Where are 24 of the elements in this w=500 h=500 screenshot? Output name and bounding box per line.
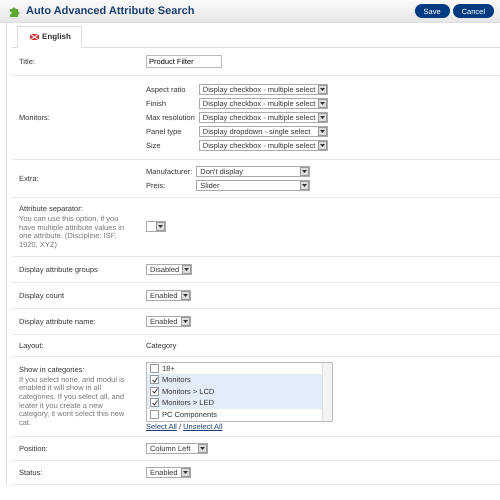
caret-icon [320, 130, 326, 133]
caret-icon [320, 102, 326, 105]
language-tab[interactable]: English [17, 26, 82, 48]
caret-icon [302, 170, 308, 173]
caret-icon [302, 184, 308, 187]
dropdown[interactable] [146, 221, 166, 232]
checkbox[interactable] [150, 386, 159, 396]
caret-icon [182, 320, 188, 322]
scrollbar [322, 362, 332, 420]
checkbox[interactable] [150, 375, 159, 384]
caret-icon [320, 144, 326, 147]
caret-icon [320, 88, 326, 91]
page-title: Auto Advanced Attribute Search [26, 5, 196, 17]
caret-icon [200, 446, 205, 450]
caret-icon [320, 116, 326, 119]
caret-icon [158, 225, 163, 228]
checkbox[interactable] [150, 364, 159, 373]
checkbox[interactable] [150, 398, 159, 408]
flag-icon [30, 34, 39, 40]
caret-icon [184, 268, 190, 270]
puzzle-icon [8, 5, 20, 17]
caret-icon [182, 470, 188, 474]
caret-icon [182, 294, 188, 296]
checkbox[interactable] [150, 410, 159, 419]
